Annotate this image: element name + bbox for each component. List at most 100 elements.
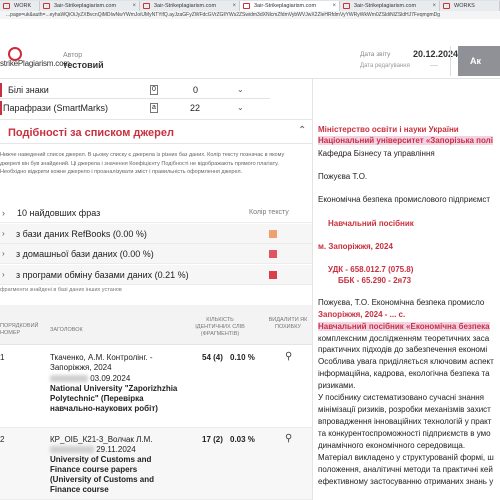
tab-favicon <box>243 3 250 9</box>
tab-favicon <box>143 3 150 9</box>
metric-value: 0 <box>193 85 199 95</box>
document-line: інформаційна, кадрова, екологічна безпек… <box>318 369 490 378</box>
chevron-right-icon[interactable]: › <box>2 265 5 285</box>
edit-date-label: Дата редагування <box>360 63 410 69</box>
action-button[interactable]: Ак <box>458 46 500 76</box>
row-number: 1 <box>0 353 5 362</box>
document-line: Навчальний посібник «Економічна безпека <box>318 322 490 331</box>
document-line: Національний університет «Запорізька пол… <box>318 136 493 145</box>
browser-tab[interactable]: WORKS <box>440 1 500 11</box>
metric-row-white-chars: Білі знаки 0 ⌄ 0 <box>0 82 312 98</box>
close-icon[interactable]: × <box>232 1 236 11</box>
metric-label: Білі знаки <box>8 85 49 95</box>
document-line: Навчальний посібник <box>328 219 414 228</box>
tab-label: 3air-Strikeplagiarism.com <box>54 3 117 9</box>
document-line: практичних підходів до забезпечення екон… <box>318 345 488 354</box>
close-icon[interactable]: × <box>332 1 336 11</box>
document-line: м. Запоріжжя, 2024 <box>318 242 393 251</box>
sources-description: Нижче наведений список джерел. В цьому с… <box>0 152 285 175</box>
row-count: 54 (4) <box>202 353 223 362</box>
row-percent: 0.03 % <box>230 435 255 444</box>
table-row[interactable]: 2 КР_ОІБ_К21-3_Волчак Л.М. 29.11.2024 Un… <box>0 428 312 500</box>
close-icon[interactable]: × <box>132 1 136 11</box>
column-header-remove: ВИДАЛИТИ ЯК ПОХИБКУ <box>268 317 308 330</box>
browser-tab[interactable]: 3air-Strikeplagiarism.com × <box>140 1 240 11</box>
section-title: Подібності за списком джерел <box>8 127 174 139</box>
tab-label: WORK <box>14 3 32 9</box>
row-title: КР_ОІБ_К21-3_Волчак Л.М. <box>50 435 153 444</box>
source-color-swatch <box>269 250 277 258</box>
source-color-swatch <box>269 230 277 238</box>
magnifier-icon[interactable]: ⚲ <box>285 351 292 362</box>
chevron-down-icon[interactable]: ⌄ <box>237 100 244 116</box>
document-line: та конкурентоспроможності підприємств в … <box>318 429 491 438</box>
row-date: 29.11.2024 <box>50 445 180 455</box>
address-bar[interactable]: ...page=uk&auth=...eyhaWQiOiJyZXBvcnQiMD… <box>0 11 500 19</box>
chevron-down-icon[interactable]: ⌄ <box>237 82 244 98</box>
table-header: ПОРЯДКОВИЙ НОМЕР ЗАГОЛОВОК КІЛЬКІСТЬ ІДЕ… <box>0 305 312 345</box>
row-source-org: National University "Zaporizhzhia Polyte… <box>50 384 178 413</box>
table-row[interactable]: 1 Ткаченко, А.М. Контролінг. - Запоріжжя… <box>0 346 312 428</box>
magnifier-icon[interactable]: ⚲ <box>285 433 292 444</box>
browser-tab-active[interactable]: 3air-Strikeplagiarism.com × <box>240 1 340 11</box>
redacted-text <box>50 375 88 383</box>
document-line: У посібнику систематизовано сучасні знан… <box>318 393 485 402</box>
browser-tab[interactable]: 3air-Strikeplagiarism.com × <box>40 1 140 11</box>
close-icon[interactable]: × <box>432 1 436 11</box>
similarity-pane: Білі знаки 0 ⌄ 0 Парафрази (SmartMarks) … <box>0 79 312 500</box>
chevron-right-icon[interactable]: › <box>2 244 5 264</box>
url-text: ...page=uk&auth=...eyhaWQiOiJyZXBvcnQiMD… <box>6 12 441 18</box>
metric-label: Парафрази (SmartMarks) <box>3 103 108 113</box>
chevron-up-icon[interactable]: ⌃ <box>298 125 306 136</box>
row-percent: 0.10 % <box>230 353 255 362</box>
browser-tab[interactable]: WORK <box>0 1 40 11</box>
document-line: Економічна безпека промислового підприєм… <box>318 195 491 204</box>
document-line: Матеріал викладено у структурованій форм… <box>318 453 494 462</box>
column-header-number: ПОРЯДКОВИЙ НОМЕР <box>0 323 39 336</box>
logo-text: strikePlagiarism.com <box>0 59 70 68</box>
document-line: Пожуєва Т.О. <box>318 172 368 181</box>
document-line: Особлива увага приділяється ключовим асп… <box>318 357 494 366</box>
tab-favicon <box>443 3 450 9</box>
source-label: з програми обміну базами даних (0.21 %) <box>16 270 189 280</box>
divider <box>0 143 312 144</box>
source-row-refbooks[interactable]: › з бази даних RefBooks (0.00 %) <box>0 224 312 244</box>
metric-marker <box>0 83 2 97</box>
tab-label: 3air-Strikeplagiarism.com <box>154 3 217 9</box>
source-label: з домашньої бази даних (0.00 %) <box>16 249 154 259</box>
source-label: з бази даних RefBooks (0.00 %) <box>16 229 147 239</box>
divider <box>0 98 270 99</box>
document-line: Кафедра Бізнесу та управління <box>318 149 435 158</box>
column-header-title: ЗАГОЛОВОК <box>50 327 83 333</box>
tab-favicon <box>43 3 50 9</box>
row-title: Ткаченко, А.М. Контролінг. - Запоріжжя, … <box>50 353 153 372</box>
tab-label: 3air-Strikeplagiarism.com <box>354 3 417 9</box>
chevron-right-icon[interactable]: › <box>2 203 5 223</box>
document-line: комплексним дослідженням теоретичних зас… <box>318 334 490 343</box>
author-value: тестовий <box>63 60 104 70</box>
document-line: Пожуєва, Т.О. Економічна безпека промисл… <box>318 298 485 307</box>
tab-label: 3air-Strikeplagiarism.com <box>254 3 317 9</box>
source-row-exchange-db[interactable]: › з програми обміну базами даних (0.21 %… <box>0 265 312 285</box>
document-line: ББК - 65.290 - 2я73 <box>338 276 412 285</box>
metric-marker <box>0 101 2 115</box>
document-line: УДК - 658.012.7 (075.8) <box>328 265 414 274</box>
metric-flag: a <box>150 103 158 113</box>
browser-tab[interactable]: 3air-Strikeplagiarism.com × <box>340 1 440 11</box>
document-line: динамічного економічного середовища. <box>318 441 466 450</box>
row-number: 2 <box>0 435 5 444</box>
sources-note: фрагменти знайдені в базі даних інших ус… <box>0 287 122 293</box>
redacted-text <box>50 446 94 454</box>
chevron-right-icon[interactable]: › <box>2 224 5 244</box>
top-phrases-row[interactable]: › 10 найдовших фраз Колір тексту <box>0 203 312 223</box>
document-line: Міністерство освіти і науки України <box>318 125 459 134</box>
source-row-home-db[interactable]: › з домашньої бази даних (0.00 %) <box>0 244 312 264</box>
metric-value: 22 <box>190 103 201 113</box>
report-date-value: 20.12.2024 <box>413 49 459 59</box>
divider <box>0 119 312 120</box>
edit-date-value: ---- <box>430 63 438 69</box>
tab-favicon <box>343 3 350 9</box>
document-preview: Міністерство освіти і науки України Націо… <box>312 79 500 500</box>
metric-row-paraphrases: Парафрази (SmartMarks) a ⌄ 22 <box>0 100 312 116</box>
browser-tab-bar: WORK 3air-Strikeplagiarism.com × 3air-Str… <box>0 0 500 11</box>
